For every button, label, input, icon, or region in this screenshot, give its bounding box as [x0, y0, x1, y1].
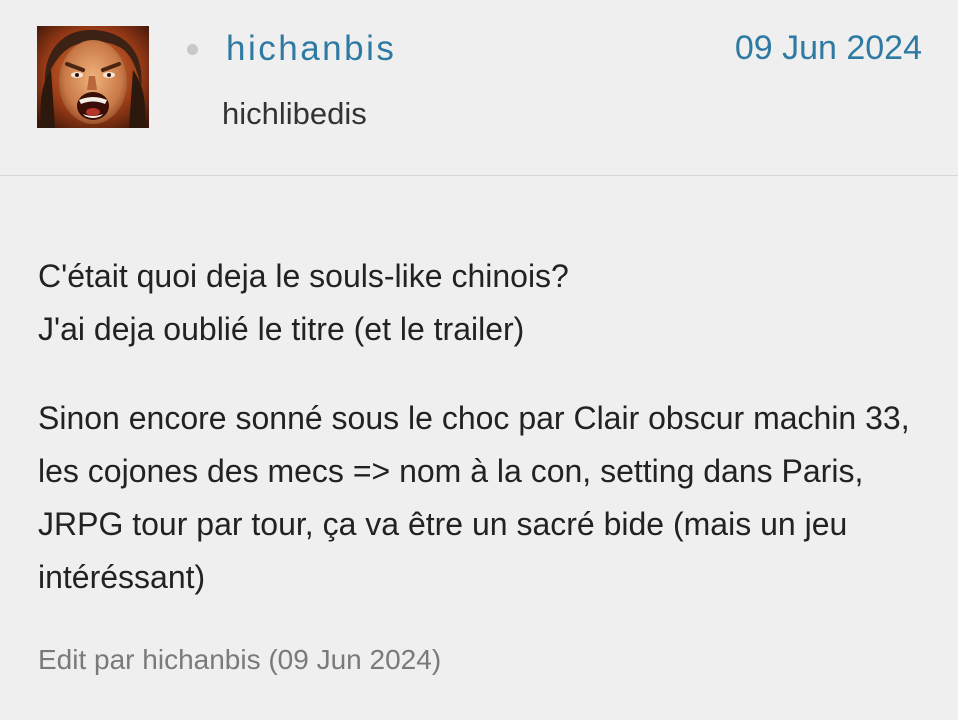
author-username-link[interactable]: hichanbis [226, 26, 396, 72]
post-text-line: C'était quoi deja le souls-like chinois? [38, 258, 569, 294]
edit-note: Edit par hichanbis (09 Jun 2024) [38, 644, 442, 675]
post-paragraph: C'était quoi deja le souls-like chinois?… [38, 250, 918, 356]
post-header: hichanbis hichlibedis 09 Jun 2024 [0, 0, 958, 176]
forum-post: hichanbis hichlibedis 09 Jun 2024 C'étai… [0, 0, 958, 720]
post-text-line: J'ai deja oublié le titre (et le trailer… [38, 311, 525, 347]
post-date-link[interactable]: 09 Jun 2024 [735, 26, 922, 70]
post-body: C'était quoi deja le souls-like chinois?… [38, 250, 918, 640]
author-user-title: hichlibedis [222, 96, 367, 131]
online-status-dot-icon [187, 44, 198, 55]
post-paragraph: Sinon encore sonné sous le choc par Clai… [38, 400, 910, 595]
avatar[interactable] [37, 26, 149, 128]
